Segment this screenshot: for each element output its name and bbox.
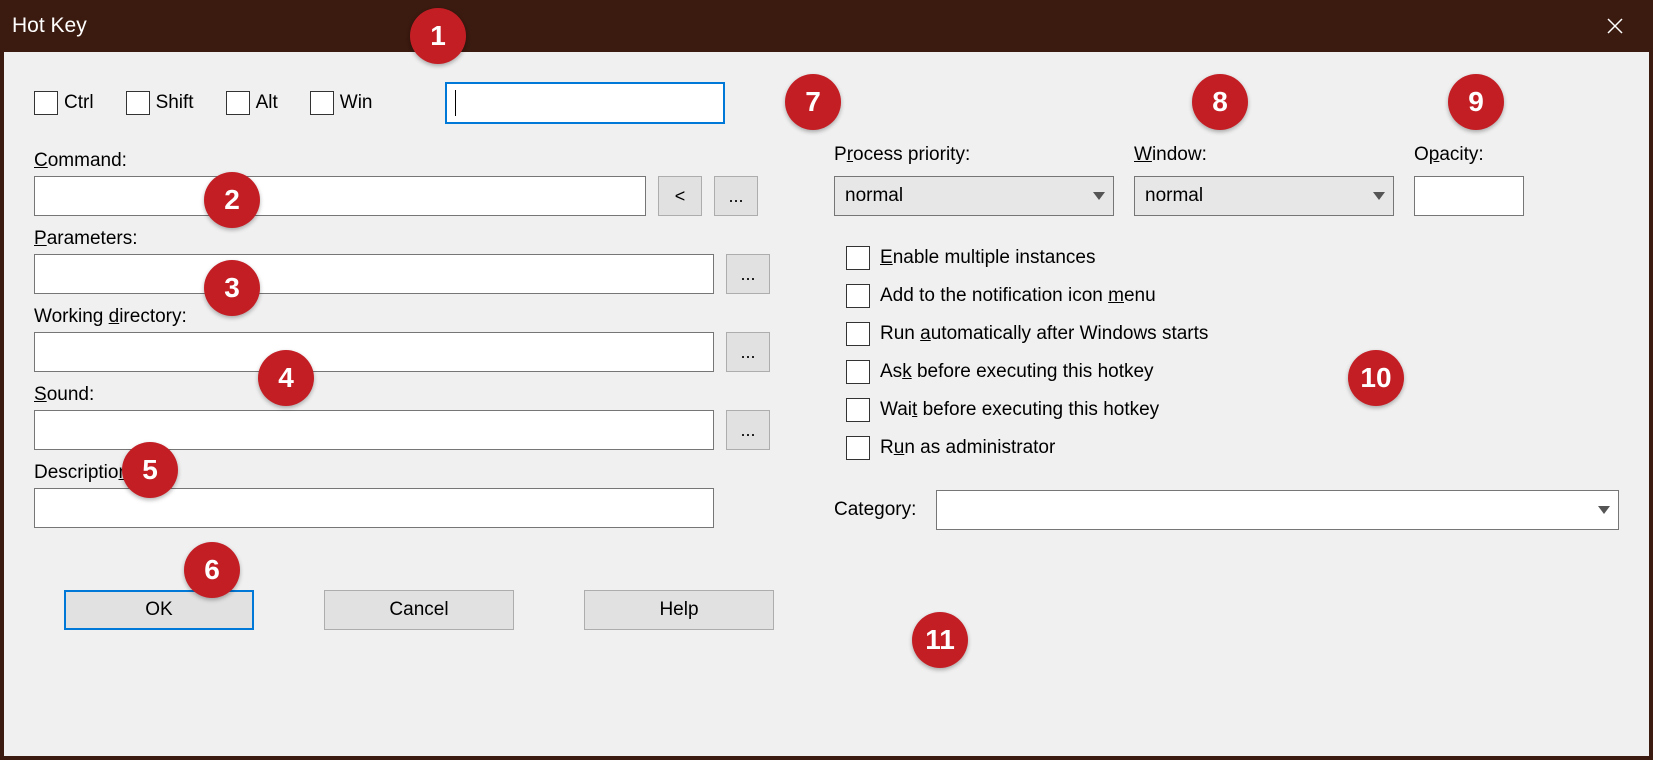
window-title: Hot Key xyxy=(12,14,87,38)
badge-11: 11 xyxy=(912,612,968,668)
run-automatically-checkbox[interactable]: Run automatically after Windows starts xyxy=(846,322,1619,346)
sound-browse-button[interactable]: ... xyxy=(726,410,770,450)
win-label: Win xyxy=(340,92,373,114)
option-label: Add to the notification icon menu xyxy=(880,285,1156,307)
hotkey-input[interactable] xyxy=(445,82,725,124)
chevron-down-icon xyxy=(1598,506,1610,514)
sound-label: Sound: xyxy=(34,384,94,406)
text-caret-icon xyxy=(455,90,456,116)
add-to-notification-menu-checkbox[interactable]: Add to the notification icon menu xyxy=(846,284,1619,308)
option-label: Run automatically after Windows starts xyxy=(880,323,1208,345)
ctrl-checkbox[interactable]: Ctrl xyxy=(34,91,94,115)
checkbox-icon xyxy=(310,91,334,115)
checkbox-icon xyxy=(226,91,250,115)
close-icon xyxy=(1607,18,1623,34)
command-label: Command: xyxy=(34,150,127,172)
combo-value: normal xyxy=(1145,185,1203,207)
checkbox-icon xyxy=(846,398,870,422)
command-input[interactable] xyxy=(34,176,646,216)
parameters-input[interactable] xyxy=(34,254,714,294)
badge-7: 7 xyxy=(785,74,841,130)
parameters-label: Parameters: xyxy=(34,228,138,250)
ellipsis-icon: ... xyxy=(740,420,755,441)
chevron-left-icon: < xyxy=(675,186,686,207)
ask-before-executing-checkbox[interactable]: Ask before executing this hotkey xyxy=(846,360,1619,384)
window-label: Window: xyxy=(1134,144,1394,166)
chevron-down-icon xyxy=(1093,192,1105,200)
badge-1: 1 xyxy=(410,8,466,64)
command-browse-button[interactable]: ... xyxy=(714,176,758,216)
checkbox-icon xyxy=(846,284,870,308)
shift-checkbox[interactable]: Shift xyxy=(126,91,194,115)
badge-9: 9 xyxy=(1448,74,1504,130)
command-back-button[interactable]: < xyxy=(658,176,702,216)
ok-button[interactable]: OK xyxy=(64,590,254,630)
badge-2: 2 xyxy=(204,172,260,228)
checkbox-icon xyxy=(846,360,870,384)
ellipsis-icon: ... xyxy=(728,186,743,207)
alt-checkbox[interactable]: Alt xyxy=(226,91,278,115)
cancel-button[interactable]: Cancel xyxy=(324,590,514,630)
sound-input[interactable] xyxy=(34,410,714,450)
shift-label: Shift xyxy=(156,92,194,114)
option-label: Wait before executing this hotkey xyxy=(880,399,1159,421)
parameters-browse-button[interactable]: ... xyxy=(726,254,770,294)
description-label: Description: xyxy=(34,462,134,484)
working-directory-browse-button[interactable]: ... xyxy=(726,332,770,372)
ellipsis-icon: ... xyxy=(740,264,755,285)
enable-multiple-instances-checkbox[interactable]: Enable multiple instances xyxy=(846,246,1619,270)
opacity-label: Opacity: xyxy=(1414,144,1524,166)
option-label: Run as administrator xyxy=(880,437,1055,459)
checkbox-icon xyxy=(846,322,870,346)
category-combo[interactable] xyxy=(936,490,1619,530)
category-label: Category: xyxy=(834,499,916,521)
alt-label: Alt xyxy=(256,92,278,114)
checkbox-icon xyxy=(34,91,58,115)
checkbox-icon xyxy=(846,436,870,460)
window-combo[interactable]: normal xyxy=(1134,176,1394,216)
combo-value: normal xyxy=(845,185,903,207)
chevron-down-icon xyxy=(1373,192,1385,200)
dialog-body: Ctrl Shift Alt Win Command: < ... Parame… xyxy=(4,52,1649,756)
wait-before-executing-checkbox[interactable]: Wait before executing this hotkey xyxy=(846,398,1619,422)
checkbox-icon xyxy=(126,91,150,115)
help-button[interactable]: Help xyxy=(584,590,774,630)
opacity-input[interactable] xyxy=(1414,176,1524,216)
badge-6: 6 xyxy=(184,542,240,598)
process-priority-combo[interactable]: normal xyxy=(834,176,1114,216)
badge-5: 5 xyxy=(122,442,178,498)
title-bar: Hot Key xyxy=(0,0,1653,52)
ellipsis-icon: ... xyxy=(740,342,755,363)
ctrl-label: Ctrl xyxy=(64,92,94,114)
badge-8: 8 xyxy=(1192,74,1248,130)
option-label: Enable multiple instances xyxy=(880,247,1095,269)
win-checkbox[interactable]: Win xyxy=(310,91,373,115)
working-directory-input[interactable] xyxy=(34,332,714,372)
badge-10: 10 xyxy=(1348,350,1404,406)
close-button[interactable] xyxy=(1593,10,1637,42)
checkbox-icon xyxy=(846,246,870,270)
badge-4: 4 xyxy=(258,350,314,406)
process-priority-label: Process priority: xyxy=(834,144,1114,166)
run-as-administrator-checkbox[interactable]: Run as administrator xyxy=(846,436,1619,460)
working-directory-label: Working directory: xyxy=(34,306,187,328)
badge-3: 3 xyxy=(204,260,260,316)
option-label: Ask before executing this hotkey xyxy=(880,361,1154,383)
